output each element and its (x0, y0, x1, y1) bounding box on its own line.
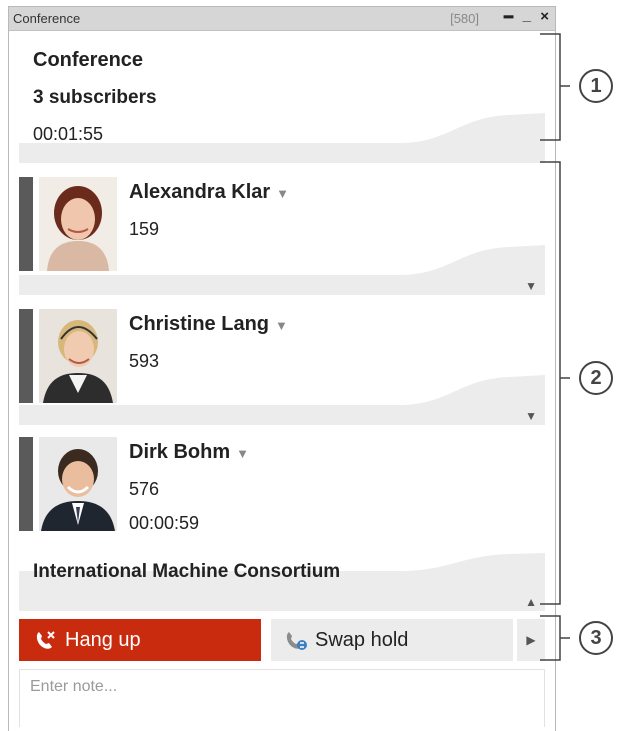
status-bar (19, 437, 33, 531)
close-icon[interactable]: × (540, 8, 549, 25)
participant-name[interactable]: Christine Lang ▼ (129, 313, 288, 336)
avatar-image (39, 309, 117, 403)
collapse-up-icon[interactable]: ▲ (525, 595, 537, 609)
title-bar[interactable]: Conference [580] ━ _ × (9, 7, 555, 31)
participant-name[interactable]: Alexandra Klar ▼ (129, 181, 289, 204)
participant-number: 159 (129, 219, 160, 239)
conference-header: Conference 3 subscribers 00:01:55 (19, 33, 545, 163)
participant-duration: 00:00:59 (129, 513, 200, 533)
avatar (39, 309, 117, 403)
conference-duration: 00:01:55 (33, 124, 104, 144)
callout-1: 1 (579, 69, 613, 103)
chevron-down-icon[interactable]: ▼ (276, 186, 289, 201)
expand-down-icon[interactable]: ▼ (525, 409, 537, 423)
participant-number: 593 (129, 351, 160, 371)
participant-name[interactable]: Dirk Bohm ▼ (129, 441, 249, 464)
minimize-icon[interactable]: _ (523, 7, 531, 24)
avatar (39, 437, 117, 531)
callout-3: 3 (579, 621, 613, 655)
participant-company: International Machine Consortium (33, 561, 341, 582)
subscriber-count: 3 subscribers (33, 87, 157, 108)
hang-up-icon (36, 631, 55, 649)
status-bar (19, 309, 33, 403)
window-title: Conference (13, 11, 81, 26)
extension-number: [580] (450, 11, 479, 26)
note-input[interactable]: Enter note... (19, 669, 545, 727)
expand-down-icon[interactable]: ▼ (525, 279, 537, 293)
swap-hold-icon (286, 632, 307, 650)
conference-title: Conference (33, 49, 144, 71)
pin-icon[interactable]: ━ (504, 8, 513, 26)
avatar-image (39, 437, 117, 531)
participant-number: 576 (129, 479, 160, 499)
chevron-right-icon: ▶ (526, 633, 536, 647)
chevron-down-icon[interactable]: ▼ (236, 446, 249, 461)
participant-card[interactable]: Christine Lang ▼ 593 ▼ (19, 297, 545, 425)
chevron-down-icon[interactable]: ▼ (275, 318, 288, 333)
swap-hold-button[interactable]: Swap hold (271, 619, 513, 661)
hang-up-button[interactable]: Hang up (19, 619, 261, 661)
conference-window: Conference [580] ━ _ × Conference 3 subs… (8, 6, 556, 731)
callout-2: 2 (579, 361, 613, 395)
participant-card[interactable]: Alexandra Klar ▼ 159 ▼ (19, 167, 545, 295)
avatar (39, 177, 117, 271)
callout-lines (540, 33, 570, 661)
status-bar (19, 177, 33, 271)
participant-card-expanded[interactable]: Dirk Bohm ▼ 576 00:00:59 International Ma… (19, 427, 545, 611)
avatar-image (39, 177, 117, 271)
